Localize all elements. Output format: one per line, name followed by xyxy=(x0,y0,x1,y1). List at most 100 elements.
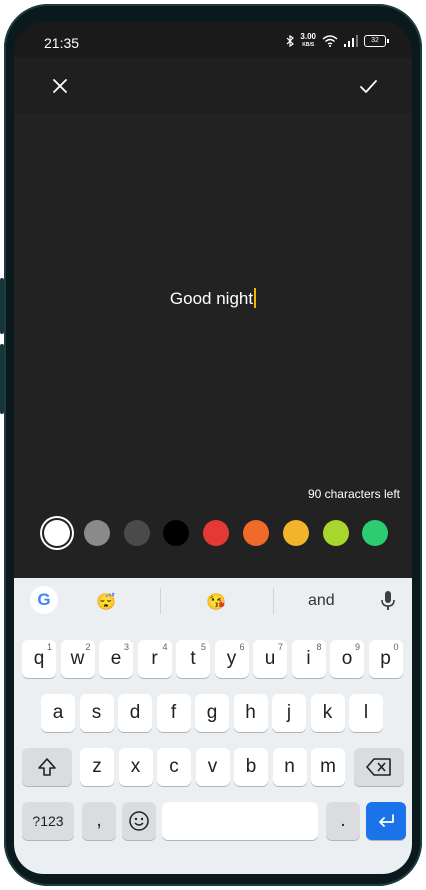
key-label: g xyxy=(206,702,218,723)
backspace-icon xyxy=(366,758,391,776)
key-label: t xyxy=(190,648,196,669)
key-i[interactable]: i8 xyxy=(291,640,326,678)
key-y[interactable]: y6 xyxy=(214,640,249,678)
key-t[interactable]: t5 xyxy=(176,640,210,678)
emoji-icon xyxy=(129,811,149,831)
key-label: q xyxy=(33,648,45,669)
key-label: k xyxy=(322,702,333,723)
key-label: u xyxy=(264,648,276,669)
key-hint: 3 xyxy=(123,642,129,652)
google-icon[interactable]: G xyxy=(30,586,58,614)
key-j[interactable]: j xyxy=(272,694,306,732)
text-input[interactable]: Good night xyxy=(14,288,412,309)
color-swatch[interactable] xyxy=(83,520,110,546)
key-label: x xyxy=(130,756,141,777)
key-label: l xyxy=(363,702,369,723)
color-swatch[interactable] xyxy=(44,520,70,546)
volume-button xyxy=(0,278,4,334)
key-x[interactable]: x xyxy=(118,748,153,786)
status-time: 21:35 xyxy=(44,35,80,51)
suggestion-2[interactable]: 😘 xyxy=(206,592,226,612)
color-swatch[interactable] xyxy=(322,520,349,546)
color-swatch[interactable] xyxy=(203,520,230,546)
key-o[interactable]: o9 xyxy=(330,640,364,678)
battery-icon: 32 xyxy=(364,35,389,47)
key-hint: 8 xyxy=(316,642,322,652)
key-v[interactable]: v xyxy=(195,748,230,786)
key-label: i xyxy=(306,648,311,669)
key-hint: 4 xyxy=(162,642,168,652)
key-c[interactable]: c xyxy=(157,748,191,786)
symbols-key[interactable]: ?123 xyxy=(22,802,74,840)
key-label: , xyxy=(96,810,102,831)
color-swatch[interactable] xyxy=(123,520,150,546)
close-icon[interactable] xyxy=(44,70,76,102)
status-icons: 3.00 KB/S 32 xyxy=(286,33,389,49)
comma-key[interactable]: , xyxy=(82,802,116,840)
speed-unit: KB/S xyxy=(302,42,315,48)
backspace-key[interactable] xyxy=(354,748,404,786)
key-label: n xyxy=(284,756,295,777)
suggestion-1[interactable]: 😴 xyxy=(96,592,116,612)
key-g[interactable]: g xyxy=(195,694,229,732)
key-hint: 6 xyxy=(239,642,245,652)
editor-toolbar xyxy=(14,58,412,114)
suggestion-divider xyxy=(273,588,274,614)
color-swatch[interactable] xyxy=(282,520,309,546)
entered-text: Good night xyxy=(169,289,254,308)
wifi-icon xyxy=(322,35,338,47)
space-key[interactable] xyxy=(162,802,318,840)
emoji-key[interactable] xyxy=(122,802,156,840)
period-key[interactable]: . xyxy=(326,802,360,840)
suggestion-3[interactable]: and xyxy=(308,592,335,610)
key-hint: 7 xyxy=(277,642,283,652)
key-b[interactable]: b xyxy=(234,748,268,786)
check-icon[interactable] xyxy=(352,70,384,102)
bluetooth-icon xyxy=(286,35,295,47)
key-h[interactable]: h xyxy=(233,694,268,732)
key-label: o xyxy=(341,648,353,669)
screen: 21:35 3.00 KB/S 32 Good night 90 charact… xyxy=(14,22,412,874)
key-a[interactable]: a xyxy=(41,694,75,732)
key-m[interactable]: m xyxy=(311,748,345,786)
key-l[interactable]: l xyxy=(349,694,383,732)
key-hint: 0 xyxy=(393,642,399,652)
keyboard: G 😴 😘 and q1w2e3r4t5y6u7i8o9p0asdfghjklz… xyxy=(14,578,412,874)
network-speed: 3.00 KB/S xyxy=(300,33,316,49)
color-swatch[interactable] xyxy=(242,520,269,546)
suggestion-divider xyxy=(160,588,161,614)
color-swatch[interactable] xyxy=(163,520,190,546)
key-w[interactable]: w2 xyxy=(60,640,95,678)
suggestion-bar: G 😴 😘 and xyxy=(14,578,412,626)
key-label: j xyxy=(286,702,292,723)
key-p[interactable]: p0 xyxy=(368,640,403,678)
key-s[interactable]: s xyxy=(79,694,114,732)
key-label: c xyxy=(169,756,179,777)
key-label: w xyxy=(70,648,85,669)
key-label: p xyxy=(380,648,391,669)
key-z[interactable]: z xyxy=(80,748,114,786)
key-label: s xyxy=(91,702,102,723)
key-d[interactable]: d xyxy=(118,694,152,732)
key-e[interactable]: e3 xyxy=(99,640,133,678)
key-k[interactable]: k xyxy=(310,694,345,732)
key-u[interactable]: u7 xyxy=(253,640,287,678)
key-q[interactable]: q1 xyxy=(22,640,56,678)
key-hint: 9 xyxy=(354,642,360,652)
signal-icon xyxy=(344,35,358,47)
text-editor-area[interactable]: Good night 90 characters left xyxy=(14,114,412,584)
shift-key[interactable] xyxy=(22,748,72,786)
key-f[interactable]: f xyxy=(156,694,191,732)
key-label: y xyxy=(226,648,237,669)
enter-icon xyxy=(379,814,394,827)
color-swatch[interactable] xyxy=(362,520,389,546)
microphone-icon[interactable] xyxy=(378,590,398,612)
enter-key[interactable] xyxy=(366,802,406,840)
speed-value: 3.00 xyxy=(300,32,316,41)
key-hint: 5 xyxy=(200,642,206,652)
key-r[interactable]: r4 xyxy=(137,640,172,678)
key-hint: 1 xyxy=(46,642,52,652)
key-n[interactable]: n xyxy=(272,748,307,786)
key-label: d xyxy=(129,702,141,723)
key-label: v xyxy=(207,756,218,777)
